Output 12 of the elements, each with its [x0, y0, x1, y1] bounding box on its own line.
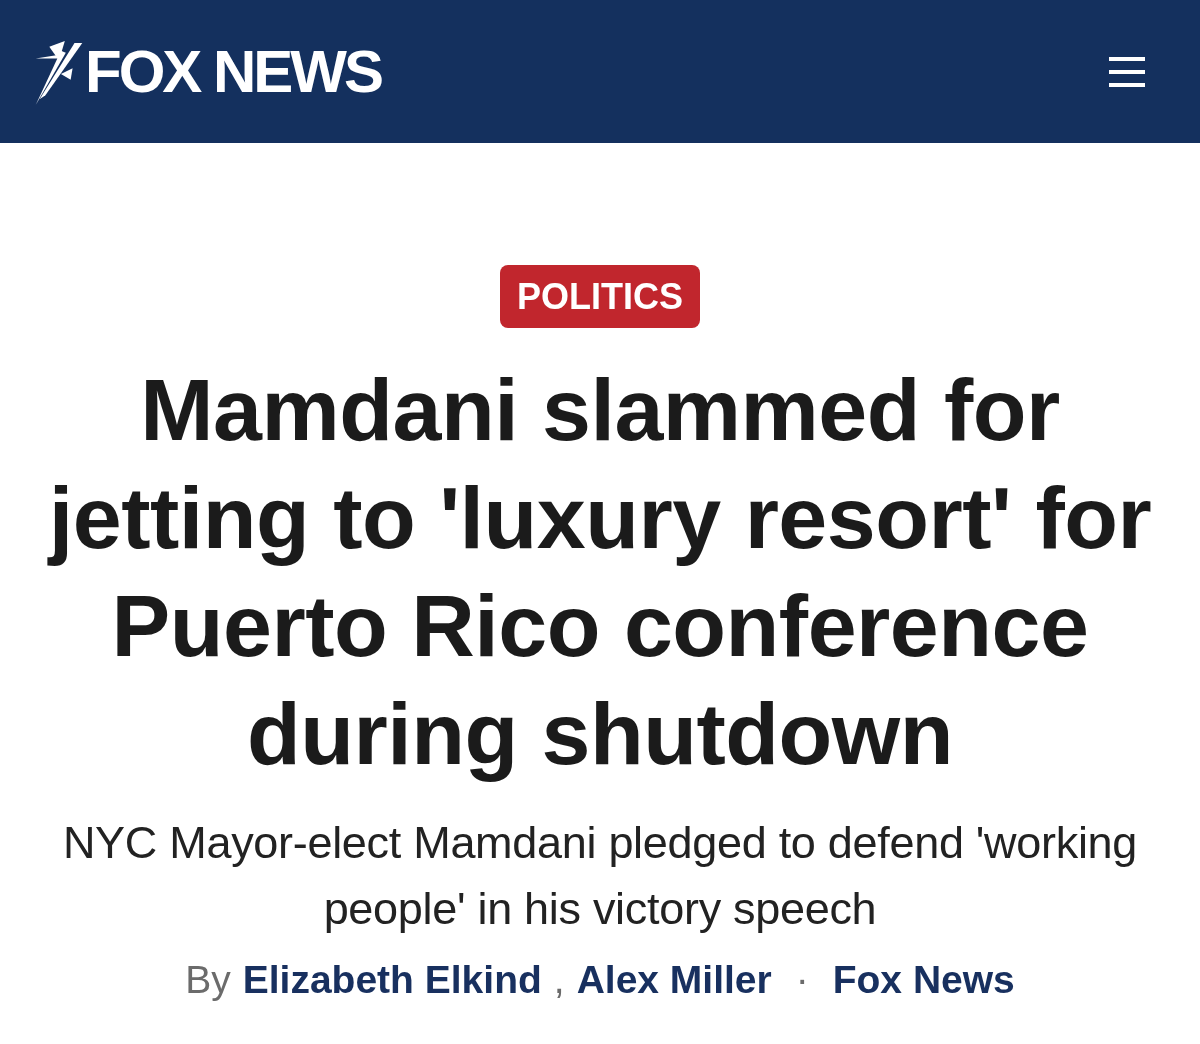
author-separator: , — [553, 957, 565, 1003]
article-headline: Mamdani slammed for jetting to 'luxury resort' for Puerto Rico conference during shutdown — [46, 359, 1153, 785]
logo-link[interactable]: FOX NEWS — [35, 36, 381, 107]
article-subheadline: NYC Mayor-elect Mamdani pledged to defend 'working people' in his victory speech — [61, 816, 1139, 936]
separator-dot: · — [795, 957, 809, 1003]
source-link[interactable]: Fox News — [832, 955, 1015, 1005]
category-tag[interactable]: POLITICS — [500, 265, 700, 328]
author-link[interactable]: Elizabeth Elkind — [242, 955, 542, 1005]
byline-prefix: By — [185, 957, 231, 1003]
light-beams-icon — [35, 40, 83, 107]
author-link[interactable]: Alex Miller — [576, 955, 772, 1005]
menu-icon[interactable] — [1109, 56, 1145, 87]
